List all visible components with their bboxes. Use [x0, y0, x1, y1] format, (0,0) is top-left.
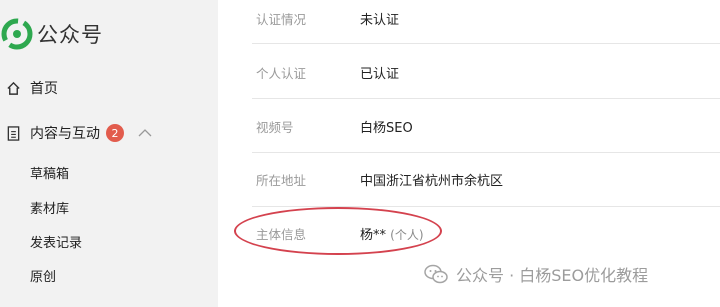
info-row-personal-certification: 个人认证 已认证: [218, 50, 720, 94]
sidebar-subitem-original[interactable]: 原创: [30, 266, 56, 285]
watermark-text: 公众号 · 白杨SEO优化教程: [456, 266, 649, 285]
notification-badge: 2: [106, 124, 124, 142]
sidebar-subitem-library[interactable]: 素材库: [30, 198, 69, 217]
info-value: 中国浙江省杭州市余杭区: [360, 173, 504, 189]
info-label: 个人认证: [256, 65, 307, 81]
info-row-address: 所在地址 中国浙江省杭州市余杭区: [218, 157, 720, 201]
sidebar-subitem-drafts[interactable]: 草稿箱: [30, 163, 69, 182]
account-info-panel: 认证情况 未认证 个人认证 已认证 视频号 白杨SEO 所在地址 中国浙江省杭州…: [218, 0, 720, 307]
sidebar-item-label: 首页: [30, 81, 58, 97]
watermark: 公众号 · 白杨SEO优化教程: [424, 262, 648, 286]
sidebar: 公众号 首页 内容与互动 2 草稿箱 素材库 发表记录 原创: [0, 0, 218, 307]
info-label: 视频号: [256, 119, 294, 135]
divider: [252, 98, 720, 99]
divider: [252, 43, 720, 44]
info-value: 已认证: [360, 66, 400, 82]
document-icon: [4, 124, 22, 142]
info-value: 未认证: [360, 12, 400, 28]
info-row-video-account: 视频号 白杨SEO: [218, 104, 720, 148]
info-row-certification-status: 认证情况 未认证: [218, 0, 720, 40]
sidebar-item-content[interactable]: 内容与互动 2: [0, 121, 152, 145]
info-label: 认证情况: [256, 11, 307, 27]
app-title: 公众号: [37, 23, 103, 47]
wechat-icon: [424, 264, 448, 284]
wechat-official-logo-icon: [1, 18, 33, 50]
logo[interactable]: 公众号: [0, 16, 103, 52]
divider: [252, 152, 720, 153]
info-value: 白杨SEO: [360, 120, 413, 136]
sidebar-subitem-publish-records[interactable]: 发表记录: [30, 232, 82, 251]
sidebar-item-home[interactable]: 首页: [0, 76, 58, 100]
home-icon: [4, 79, 22, 97]
sidebar-item-label: 内容与互动: [30, 126, 100, 142]
chevron-up-icon[interactable]: [138, 128, 152, 138]
highlight-ellipse: [234, 207, 442, 255]
info-label: 所在地址: [256, 172, 307, 188]
